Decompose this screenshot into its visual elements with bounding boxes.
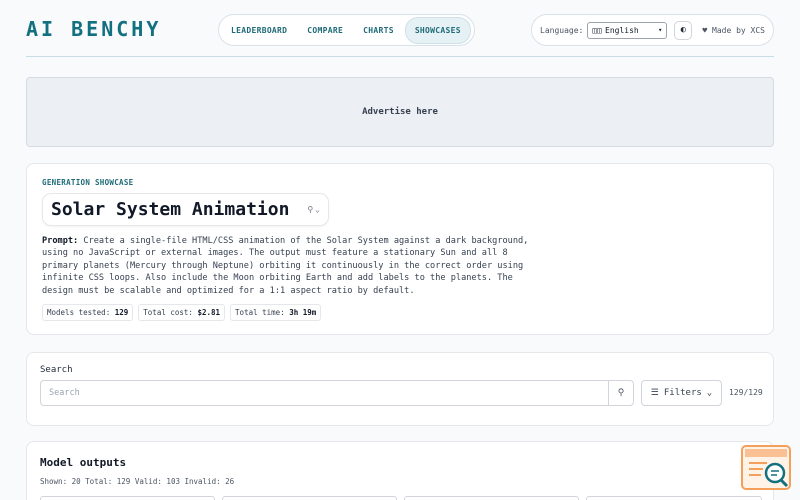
chat-search-icon [745,449,789,488]
main-nav: LEADERBOARD COMPARE CHARTS SHOWCASES [218,14,475,46]
made-by-link[interactable]: ♥ Made by XCS [702,26,765,35]
flag-icon: ◫◫ [592,25,602,35]
outputs-title: Model outputs [40,456,127,469]
stat-value: $2.81 [197,308,221,317]
nav-charts[interactable]: CHARTS [354,18,403,43]
made-by-text: Made by XCS [712,25,765,35]
theme-icon: ◐ [680,25,687,35]
nav-compare[interactable]: COMPARE [298,18,352,43]
header-controls: Language: ◫◫ English ▾ ◐ ♥ Made by XCS [531,14,774,46]
feedback-widget-button[interactable] [741,445,791,490]
top-header: AI BENCHY LEADERBOARD COMPARE CHARTS SHO… [0,0,800,58]
chevron-down-icon: ⌄ [706,388,713,398]
language-select[interactable]: ◫◫ English ▾ [587,21,668,39]
page-title: Solar System Animation [51,199,290,220]
search-card: Search Search ⚲ ☰ Filters ⌄ 129/129 [26,352,774,426]
filter-icon: ☰ [650,388,659,398]
results-count: 129/129 [729,388,763,397]
search-button[interactable]: ⚲ [608,381,633,405]
site-logo[interactable]: AI BENCHY [26,17,161,41]
filters-button[interactable]: ☰ Filters ⌄ [641,380,722,406]
model-outputs-card: Model outputs Shown: 20 Total: 129 Valid… [26,441,774,500]
search-label: Search [40,365,73,375]
stat-total-cost: Total cost: $2.81 [138,304,226,321]
search-icon: ⚲ [617,388,625,398]
showcase-card: GENERATION SHOWCASE Solar System Animati… [26,163,774,335]
showcase-title-selector[interactable]: Solar System Animation ⚲ ⌄ [42,193,329,226]
chevron-down-icon: ▾ [658,26,663,34]
theme-toggle-button[interactable]: ◐ [674,20,693,40]
output-card[interactable] [404,496,579,500]
output-card[interactable] [40,496,215,500]
stat-models-tested: Models tested: 129 [42,304,134,321]
stat-value: 3h 19m [289,308,317,317]
search-placeholder: Search [49,388,80,398]
stat-value: 129 [114,308,129,317]
heart-icon: ♥ [702,25,708,35]
showcase-eyebrow: GENERATION SHOWCASE [42,178,134,187]
stats-row: Models tested: 129 Total cost: $2.81 Tot… [42,304,322,321]
stat-label: Models tested: [47,308,111,317]
language-label: Language: [540,25,584,35]
search-icon: ⚲ [307,205,314,214]
ad-text: Advertise here [362,107,438,117]
output-card[interactable] [222,496,397,500]
prompt-text: Prompt: Create a single-file HTML/CSS an… [42,235,532,297]
language-value: English [605,25,639,35]
chevron-down-icon: ⌄ [315,205,320,214]
stat-label: Total time: [235,308,285,317]
ad-banner[interactable]: Advertise here [26,77,774,147]
filters-label: Filters [663,388,702,398]
output-card[interactable] [586,496,762,500]
prompt-body: Create a single-file HTML/CSS animation … [42,236,529,296]
header-divider [26,56,774,57]
search-input[interactable]: Search ⚲ [40,380,634,406]
nav-showcases[interactable]: SHOWCASES [404,16,471,44]
prompt-label: Prompt: [42,236,79,246]
outputs-summary: Shown: 20 Total: 129 Valid: 103 Invalid:… [40,477,235,486]
stat-label: Total cost: [143,308,193,317]
nav-leaderboard[interactable]: LEADERBOARD [222,18,296,43]
stat-total-time: Total time: 3h 19m [230,304,322,321]
